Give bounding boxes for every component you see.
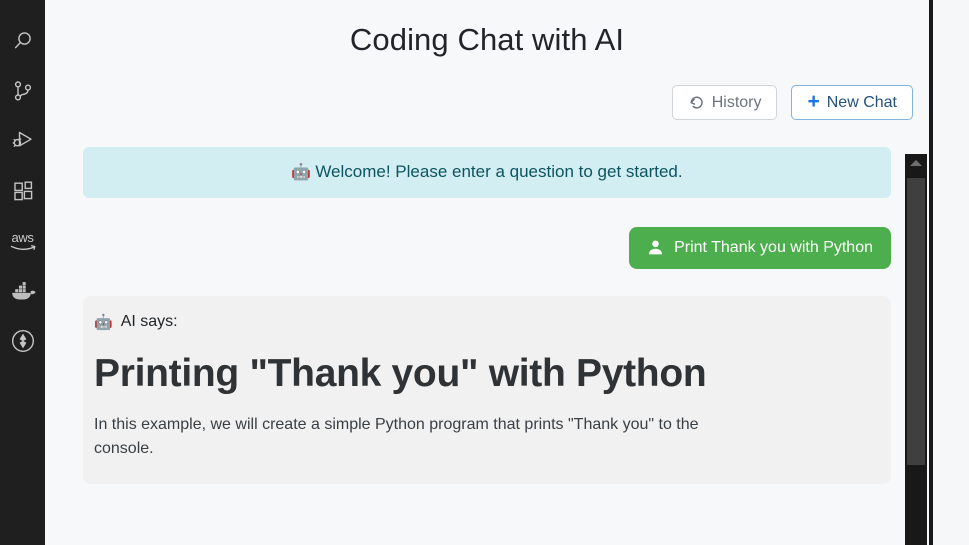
scroll-up-button[interactable] (905, 154, 927, 172)
activity-item-extensions[interactable] (0, 166, 45, 216)
user-icon (647, 239, 664, 256)
new-chat-button[interactable]: + New Chat (791, 85, 913, 120)
ai-says-row: 🤖 AI says: (94, 313, 880, 331)
history-button-label: History (711, 93, 762, 111)
ai-response-paragraph: In this example, we will create a simple… (94, 415, 699, 458)
chevron-up-icon (910, 160, 922, 166)
compass-circle-icon (10, 328, 36, 354)
search-icon (11, 29, 35, 53)
plus-icon: + (807, 90, 820, 113)
vscode-window: aws Coding Chat with AI History + New Ch… (0, 0, 969, 545)
robot-icon: 🤖 (291, 164, 312, 181)
ai-message-card: 🤖 AI says: Printing "Thank you" with Pyt… (83, 295, 891, 485)
new-chat-button-label: New Chat (826, 93, 897, 111)
activity-item-docker[interactable] (0, 266, 45, 316)
extensions-icon (11, 179, 35, 203)
activity-item-aws-toolkit[interactable]: aws (0, 216, 45, 266)
history-button[interactable]: History (671, 85, 778, 120)
chat-message-list: 🤖 Welcome! Please enter a question to get… (45, 120, 929, 485)
chat-webview: Coding Chat with AI History + New Chat 🤖… (45, 0, 969, 545)
aws-wordmark: aws (11, 230, 34, 245)
activity-item-source-control[interactable] (0, 66, 45, 116)
welcome-banner: 🤖 Welcome! Please enter a question to get… (83, 147, 891, 198)
aws-toolkit-icon: aws (10, 231, 36, 251)
scrollbar-thumb[interactable] (907, 178, 925, 465)
activity-item-search[interactable] (0, 16, 45, 66)
run-and-debug-icon (10, 128, 36, 154)
user-message-bubble: Print Thank you with Python (629, 226, 891, 269)
right-gutter (933, 0, 969, 545)
history-rewind-icon (688, 94, 705, 111)
docker-icon (9, 280, 37, 302)
user-message-row: Print Thank you with Python (83, 226, 891, 269)
ai-says-label: AI says: (120, 312, 178, 330)
welcome-banner-text: Welcome! Please enter a question to get … (315, 162, 683, 181)
toolbar: History + New Chat (45, 58, 929, 120)
vertical-scrollbar[interactable] (905, 154, 927, 545)
chat-page: Coding Chat with AI History + New Chat 🤖… (45, 0, 929, 545)
activity-item-compass[interactable] (0, 316, 45, 366)
page-title: Coding Chat with AI (349, 22, 625, 57)
activity-item-run-and-debug[interactable] (0, 116, 45, 166)
user-message-text: Print Thank you with Python (674, 238, 873, 256)
ai-response-heading: Printing "Thank you" with Python (94, 351, 707, 395)
source-control-icon (11, 79, 35, 103)
activity-bar: aws (0, 0, 45, 545)
robot-icon: 🤖 (94, 313, 113, 331)
